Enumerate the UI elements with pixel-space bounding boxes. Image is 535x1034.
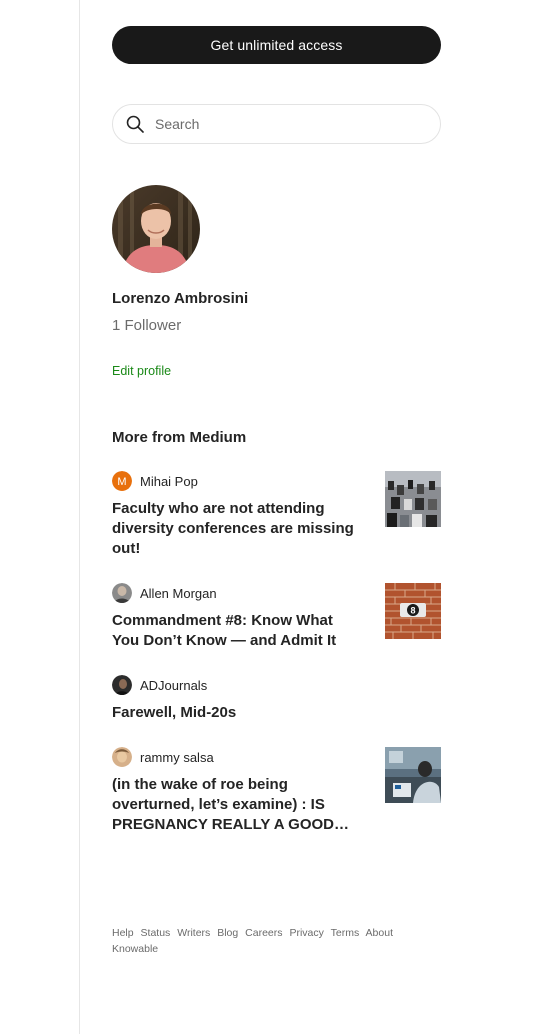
get-unlimited-access-button[interactable]: Get unlimited access — [112, 26, 441, 64]
follower-count[interactable]: 1 Follower — [112, 317, 181, 334]
search-input[interactable] — [155, 116, 415, 132]
author-name: Mihai Pop — [140, 473, 198, 489]
author-avatar — [112, 583, 132, 603]
thumb-number: 8 — [410, 606, 415, 616]
story-author[interactable]: ADJournals — [112, 675, 441, 695]
story-item[interactable]: ADJournals Farewell, Mid-20s — [112, 675, 441, 723]
footer-link-writers[interactable]: Writers — [177, 927, 210, 939]
footer-link-careers[interactable]: Careers — [245, 927, 282, 939]
footer-link-about[interactable]: About — [366, 927, 393, 939]
search-box[interactable] — [112, 104, 441, 144]
story-item[interactable]: M Mihai Pop Faculty who are not attendin… — [112, 471, 441, 559]
profile-name[interactable]: Lorenzo Ambrosini — [112, 290, 248, 307]
story-item[interactable]: rammy salsa (in the wake of roe being ov… — [112, 747, 441, 835]
story-title[interactable]: (in the wake of roe being overturned, le… — [112, 775, 362, 835]
story-thumbnail[interactable]: 8 — [385, 583, 441, 639]
story-item[interactable]: Allen Morgan Commandment #8: Know What Y… — [112, 583, 441, 651]
story-title[interactable]: Farewell, Mid-20s — [112, 703, 362, 723]
more-from-medium-heading: More from Medium — [112, 429, 247, 446]
author-name: rammy salsa — [140, 749, 214, 765]
story-title[interactable]: Faculty who are not attending diversity … — [112, 499, 362, 559]
story-thumbnail[interactable] — [385, 747, 441, 803]
story-title[interactable]: Commandment #8: Know What You Don’t Know… — [112, 611, 362, 651]
page: Get unlimited access Search Lorenzo Ambr… — [0, 0, 535, 1034]
author-avatar — [112, 675, 132, 695]
author-avatar — [112, 747, 132, 767]
footer-links: Help Status Writers Blog Careers Privacy… — [112, 925, 441, 957]
footer-link-knowable[interactable]: Knowable — [112, 943, 158, 955]
footer-link-privacy[interactable]: Privacy — [289, 927, 323, 939]
story-thumbnail[interactable] — [385, 471, 441, 527]
author-initial: M — [117, 476, 126, 488]
edit-profile-link[interactable]: Edit profile — [112, 364, 171, 378]
footer-link-terms[interactable]: Terms — [331, 927, 360, 939]
footer-link-blog[interactable]: Blog — [217, 927, 238, 939]
profile-avatar[interactable] — [112, 185, 200, 273]
left-rail — [0, 0, 80, 1034]
author-name: ADJournals — [140, 677, 208, 693]
author-avatar: M — [112, 471, 132, 491]
footer-link-status[interactable]: Status — [141, 927, 171, 939]
footer-link-help[interactable]: Help — [112, 927, 134, 939]
author-name: Allen Morgan — [140, 585, 217, 601]
search-icon — [125, 114, 145, 134]
